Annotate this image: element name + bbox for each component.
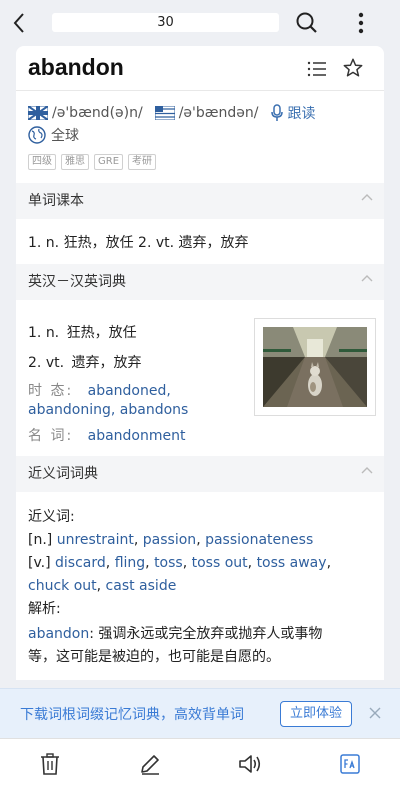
tense-forms-row: 时 态: abandoned,	[28, 380, 171, 400]
search-icon	[296, 12, 317, 33]
def-text: 遗弃，放弃	[71, 355, 142, 371]
word-header: abandon	[16, 46, 384, 90]
chevron-up-icon	[361, 275, 373, 282]
promo-try-button[interactable]: 立即体验	[280, 701, 352, 727]
promo-text[interactable]: 下载词根词缀记忆词典，高效背单词	[20, 704, 244, 724]
pencil-icon	[141, 755, 159, 775]
star-icon[interactable]	[342, 57, 364, 79]
noun-synonyms-row: [n.] unrestraint, passion, passionatenes…	[28, 532, 314, 548]
verb-synonyms-row-2: chuck out, cast aside	[28, 578, 177, 594]
tag-ielts: 雅思	[61, 154, 89, 170]
list-icon[interactable]	[306, 58, 328, 80]
def-pos: n.	[45, 325, 60, 341]
translate-mode-button[interactable]	[337, 751, 363, 777]
synonym-link[interactable]: passionateness	[205, 532, 313, 548]
search-input[interactable]: 30	[52, 13, 279, 32]
speaker-icon	[239, 755, 261, 773]
globe-icon[interactable]	[28, 126, 46, 144]
follow-read-button[interactable]: 跟读	[287, 103, 315, 123]
def-text: 狂热，放任	[66, 325, 137, 341]
def-number: 2.	[28, 355, 42, 371]
def-number: 1.	[28, 325, 42, 341]
more-menu-button[interactable]	[346, 8, 376, 38]
top-bar: 30	[0, 0, 400, 46]
def-pos: vt.	[45, 355, 65, 371]
tense-label: 时 态:	[28, 383, 74, 399]
section-header-dictionary[interactable]: 英汉－汉英词典	[16, 264, 384, 300]
translate-icon	[340, 754, 360, 774]
abandoned-building-cat-image	[263, 327, 367, 407]
synonym-link[interactable]: toss out	[192, 555, 248, 571]
synonym-link[interactable]: cast aside	[106, 578, 177, 594]
global-row: 全球	[28, 124, 79, 146]
verb-synonyms-row: [v.] discard, fling, toss, toss out, tos…	[28, 555, 332, 571]
more-vertical-icon	[358, 12, 364, 34]
textbook-definition: 1. n. 狂热，放任 2. vt. 遗弃，放弃	[28, 235, 249, 251]
chevron-up-icon	[361, 467, 373, 474]
us-flag-icon[interactable]	[154, 106, 175, 120]
section-header-synonyms[interactable]: 近义词词典	[16, 456, 384, 492]
us-phonetic: /ə'bændən/	[178, 105, 259, 121]
headword: abandon	[28, 54, 124, 80]
microphone-icon[interactable]	[270, 104, 284, 122]
section-title: 近义词词典	[28, 466, 98, 482]
pos-tag: [n.]	[28, 532, 53, 548]
synonym-link[interactable]: passion	[143, 532, 196, 548]
tag-gre: GRE	[94, 154, 124, 170]
back-button[interactable]	[4, 8, 34, 38]
speaker-button[interactable]	[237, 751, 263, 777]
bottom-toolbar	[0, 738, 400, 788]
analysis-label: 解析:	[28, 601, 61, 617]
tag-kaoyan: 考研	[128, 154, 157, 170]
chevron-up-icon	[361, 194, 373, 201]
pos-tag: [v.]	[28, 555, 51, 571]
close-icon[interactable]	[368, 706, 382, 720]
noun-form-row: 名 词: abandonment	[28, 425, 185, 445]
analysis-sentence: : 强调永远或完全放弃或抛弃人或事物	[89, 626, 323, 642]
word-card: abandon /ə'bænd(ə)n/ /ə'bændən/ 跟读 全球 四级…	[16, 46, 384, 680]
promo-banner: 下载词根词缀记忆词典，高效背单词 立即体验	[0, 688, 400, 738]
global-label: 全球	[51, 128, 79, 144]
synonym-link[interactable]: toss away	[257, 555, 327, 571]
pronunciation-row: /ə'bænd(ə)n/ /ə'bændən/ 跟读	[28, 102, 315, 124]
trash-icon	[41, 753, 59, 775]
exam-tags: 四级 雅思 GRE 考研	[28, 154, 157, 170]
synonym-link[interactable]: chuck out	[28, 578, 97, 594]
tense-forms-link[interactable]: abandoned,	[88, 383, 171, 399]
section-header-textbook[interactable]: 单词课本	[16, 183, 384, 219]
section-title: 单词课本	[28, 193, 84, 209]
synonym-link[interactable]: toss	[154, 555, 183, 571]
tense-forms-row-2: abandoning, abandons	[28, 402, 188, 418]
analysis-text: abandon: 强调永远或完全放弃或抛弃人或事物	[28, 623, 368, 645]
delete-button[interactable]	[37, 751, 63, 777]
dict-definition-2: 2. vt. 遗弃，放弃	[28, 352, 142, 372]
analysis-text-2: 等，这可能是被迫的，也可能是自愿的。	[28, 649, 280, 665]
tag-cet4: 四级	[28, 154, 56, 170]
uk-flag-icon[interactable]	[28, 106, 48, 120]
noun-form-link[interactable]: abandonment	[88, 428, 186, 444]
chevron-left-icon	[13, 13, 24, 33]
tense-forms-link[interactable]: abandoning, abandons	[28, 402, 188, 418]
divider	[16, 90, 384, 91]
uk-phonetic: /ə'bænd(ə)n/	[52, 105, 143, 121]
synonym-link[interactable]: discard	[55, 555, 106, 571]
word-image[interactable]	[254, 318, 376, 416]
search-button[interactable]	[292, 8, 322, 38]
dict-definition-1: 1. n. 狂热，放任	[28, 322, 137, 342]
synonym-link[interactable]: fling	[115, 555, 145, 571]
section-title: 英汉－汉英词典	[28, 274, 126, 290]
synonym-link[interactable]: unrestraint	[57, 532, 134, 548]
synonym-label: 近义词:	[28, 509, 75, 525]
edit-button[interactable]	[137, 751, 163, 777]
analysis-word-link[interactable]: abandon	[28, 626, 89, 642]
noun-label: 名 词:	[28, 428, 74, 444]
